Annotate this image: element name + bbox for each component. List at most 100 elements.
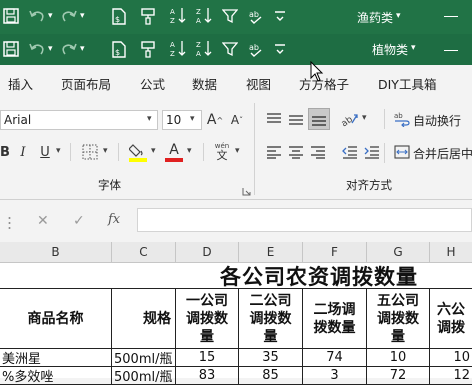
redo-icon[interactable] bbox=[60, 7, 78, 25]
tab-diy-toolbox[interactable]: DIY工具箱 bbox=[378, 74, 436, 93]
tab-fangfang[interactable]: 方方格子 bbox=[299, 74, 349, 93]
undo-dropdown-icon[interactable]: ▾ bbox=[48, 11, 53, 21]
undo-icon[interactable] bbox=[28, 7, 46, 25]
header-cell-h[interactable]: 六公调拨 bbox=[430, 289, 472, 349]
formula-bar-handle-icon[interactable] bbox=[8, 215, 11, 229]
spell-check-icon[interactable]: ab bbox=[248, 7, 264, 25]
header-cell-g[interactable]: 五公司调拨数量 bbox=[367, 289, 430, 349]
decrease-font-button[interactable]: Aˇ bbox=[228, 109, 246, 131]
borders-button[interactable] bbox=[80, 141, 100, 163]
underline-button[interactable]: U bbox=[38, 141, 52, 163]
enter-icon[interactable]: ✓ bbox=[73, 213, 85, 229]
cell-h[interactable]: 12 bbox=[430, 367, 472, 385]
header-cell-e[interactable]: 二公司调拨数量 bbox=[239, 289, 303, 349]
customize-qat-icon[interactable] bbox=[274, 40, 286, 58]
cell-e[interactable]: 35 bbox=[239, 349, 303, 367]
font-color-button[interactable]: A bbox=[164, 140, 184, 164]
underline-dropdown-icon[interactable]: ▾ bbox=[56, 146, 61, 156]
cell-name[interactable]: %多效唑 bbox=[0, 367, 112, 385]
fill-color-dropdown-icon[interactable]: ▾ bbox=[151, 146, 156, 156]
font-name-combo[interactable]: Arial bbox=[0, 110, 158, 130]
sort-descending-icon[interactable]: ZA bbox=[196, 6, 212, 24]
orientation-dropdown-icon[interactable]: ▾ bbox=[362, 113, 367, 123]
sheet-title[interactable]: 各公司农资调拨数量 bbox=[220, 263, 418, 289]
header-cell-spec[interactable]: 规格 bbox=[112, 289, 176, 349]
format-painter-icon[interactable] bbox=[140, 7, 156, 25]
align-top-button[interactable] bbox=[264, 108, 284, 130]
cell-spec[interactable]: 500ml/瓶 bbox=[112, 367, 176, 385]
align-right-button[interactable] bbox=[308, 141, 328, 163]
cancel-icon[interactable]: ✕ bbox=[37, 213, 49, 229]
column-header-h[interactable]: H bbox=[430, 242, 472, 262]
minimize-icon[interactable] bbox=[444, 16, 458, 17]
cell-h[interactable]: 10 bbox=[430, 349, 472, 367]
cell-spec[interactable]: 500ml/瓶 bbox=[112, 349, 176, 367]
tab-insert[interactable]: 插入 bbox=[8, 74, 33, 93]
align-middle-button[interactable] bbox=[286, 108, 306, 130]
column-header-b[interactable]: B bbox=[0, 242, 112, 262]
sort-ascending-icon[interactable]: AZ bbox=[170, 6, 186, 24]
sort-descending-icon[interactable]: ZA bbox=[196, 39, 212, 57]
cell-name[interactable]: 美洲星 bbox=[0, 349, 112, 367]
cell-g[interactable]: 10 bbox=[367, 349, 430, 367]
cell-f[interactable]: 3 bbox=[303, 367, 367, 385]
cell-d[interactable]: 83 bbox=[176, 367, 239, 385]
document-icon[interactable]: $ bbox=[112, 7, 126, 25]
header-cell-name[interactable]: 商品名称 bbox=[0, 289, 112, 349]
cell-g[interactable]: 72 bbox=[367, 367, 430, 385]
phonetic-button[interactable]: wén 文 bbox=[212, 140, 232, 164]
undo-dropdown-icon[interactable]: ▾ bbox=[48, 44, 53, 54]
bold-button[interactable]: B bbox=[0, 141, 12, 163]
tab-data[interactable]: 数据 bbox=[192, 74, 217, 93]
redo-icon[interactable] bbox=[60, 40, 78, 58]
header-cell-d[interactable]: 一公司调拨数量 bbox=[176, 289, 239, 349]
font-size-dropdown-icon[interactable]: ▾ bbox=[190, 114, 195, 124]
redo-dropdown-icon[interactable]: ▾ bbox=[80, 44, 85, 54]
font-dialog-launcher-icon[interactable] bbox=[242, 181, 251, 200]
font-color-dropdown-icon[interactable]: ▾ bbox=[187, 146, 192, 156]
phonetic-dropdown-icon[interactable]: ▾ bbox=[235, 146, 240, 156]
insert-function-button[interactable]: fx bbox=[108, 212, 120, 227]
save-icon[interactable] bbox=[3, 7, 19, 25]
spell-check-icon[interactable]: ab bbox=[248, 40, 264, 58]
italic-button[interactable]: I bbox=[16, 141, 30, 163]
title-dropdown-icon[interactable]: ▾ bbox=[396, 11, 401, 21]
sort-ascending-icon[interactable]: AZ bbox=[170, 39, 186, 57]
decrease-indent-button[interactable] bbox=[340, 141, 360, 163]
wrap-text-button[interactable]: 自动换行 bbox=[413, 112, 461, 129]
column-header-f[interactable]: F bbox=[303, 242, 367, 262]
cell-e[interactable]: 85 bbox=[239, 367, 303, 385]
fill-color-button[interactable] bbox=[128, 140, 148, 164]
align-center-button[interactable] bbox=[286, 141, 306, 163]
merge-center-button[interactable]: 合并后居中 bbox=[413, 145, 472, 162]
format-painter-icon[interactable] bbox=[140, 40, 156, 58]
document-icon[interactable]: $ bbox=[112, 40, 126, 58]
orientation-button[interactable]: ab bbox=[340, 108, 360, 130]
cell-d[interactable]: 15 bbox=[176, 349, 239, 367]
filter-icon[interactable] bbox=[222, 7, 238, 25]
align-bottom-button[interactable] bbox=[308, 108, 330, 130]
filter-icon[interactable] bbox=[222, 40, 238, 58]
font-name-dropdown-icon[interactable]: ▾ bbox=[147, 114, 152, 124]
increase-indent-button[interactable] bbox=[362, 141, 382, 163]
header-cell-f[interactable]: 二场调拨数量 bbox=[303, 289, 367, 349]
column-header-g[interactable]: G bbox=[367, 242, 430, 262]
redo-dropdown-icon[interactable]: ▾ bbox=[80, 11, 85, 21]
borders-dropdown-icon[interactable]: ▾ bbox=[103, 146, 108, 156]
tab-view[interactable]: 视图 bbox=[246, 74, 271, 93]
font-size-combo[interactable]: 10 bbox=[162, 110, 202, 130]
customize-qat-icon[interactable] bbox=[274, 7, 286, 25]
cell-f[interactable]: 74 bbox=[303, 349, 367, 367]
increase-font-button[interactable]: A ^ bbox=[206, 109, 224, 131]
column-header-d[interactable]: D bbox=[176, 242, 239, 262]
undo-icon[interactable] bbox=[28, 40, 46, 58]
title-dropdown-icon[interactable]: ▾ bbox=[411, 43, 416, 53]
column-header-c[interactable]: C bbox=[112, 242, 176, 262]
save-icon[interactable] bbox=[3, 40, 19, 58]
minimize-icon[interactable] bbox=[444, 50, 458, 51]
tab-formulas[interactable]: 公式 bbox=[140, 74, 165, 93]
tab-page-layout[interactable]: 页面布局 bbox=[61, 74, 111, 93]
column-header-e[interactable]: E bbox=[239, 242, 303, 262]
align-left-button[interactable] bbox=[264, 141, 284, 163]
formula-input[interactable] bbox=[137, 208, 472, 232]
